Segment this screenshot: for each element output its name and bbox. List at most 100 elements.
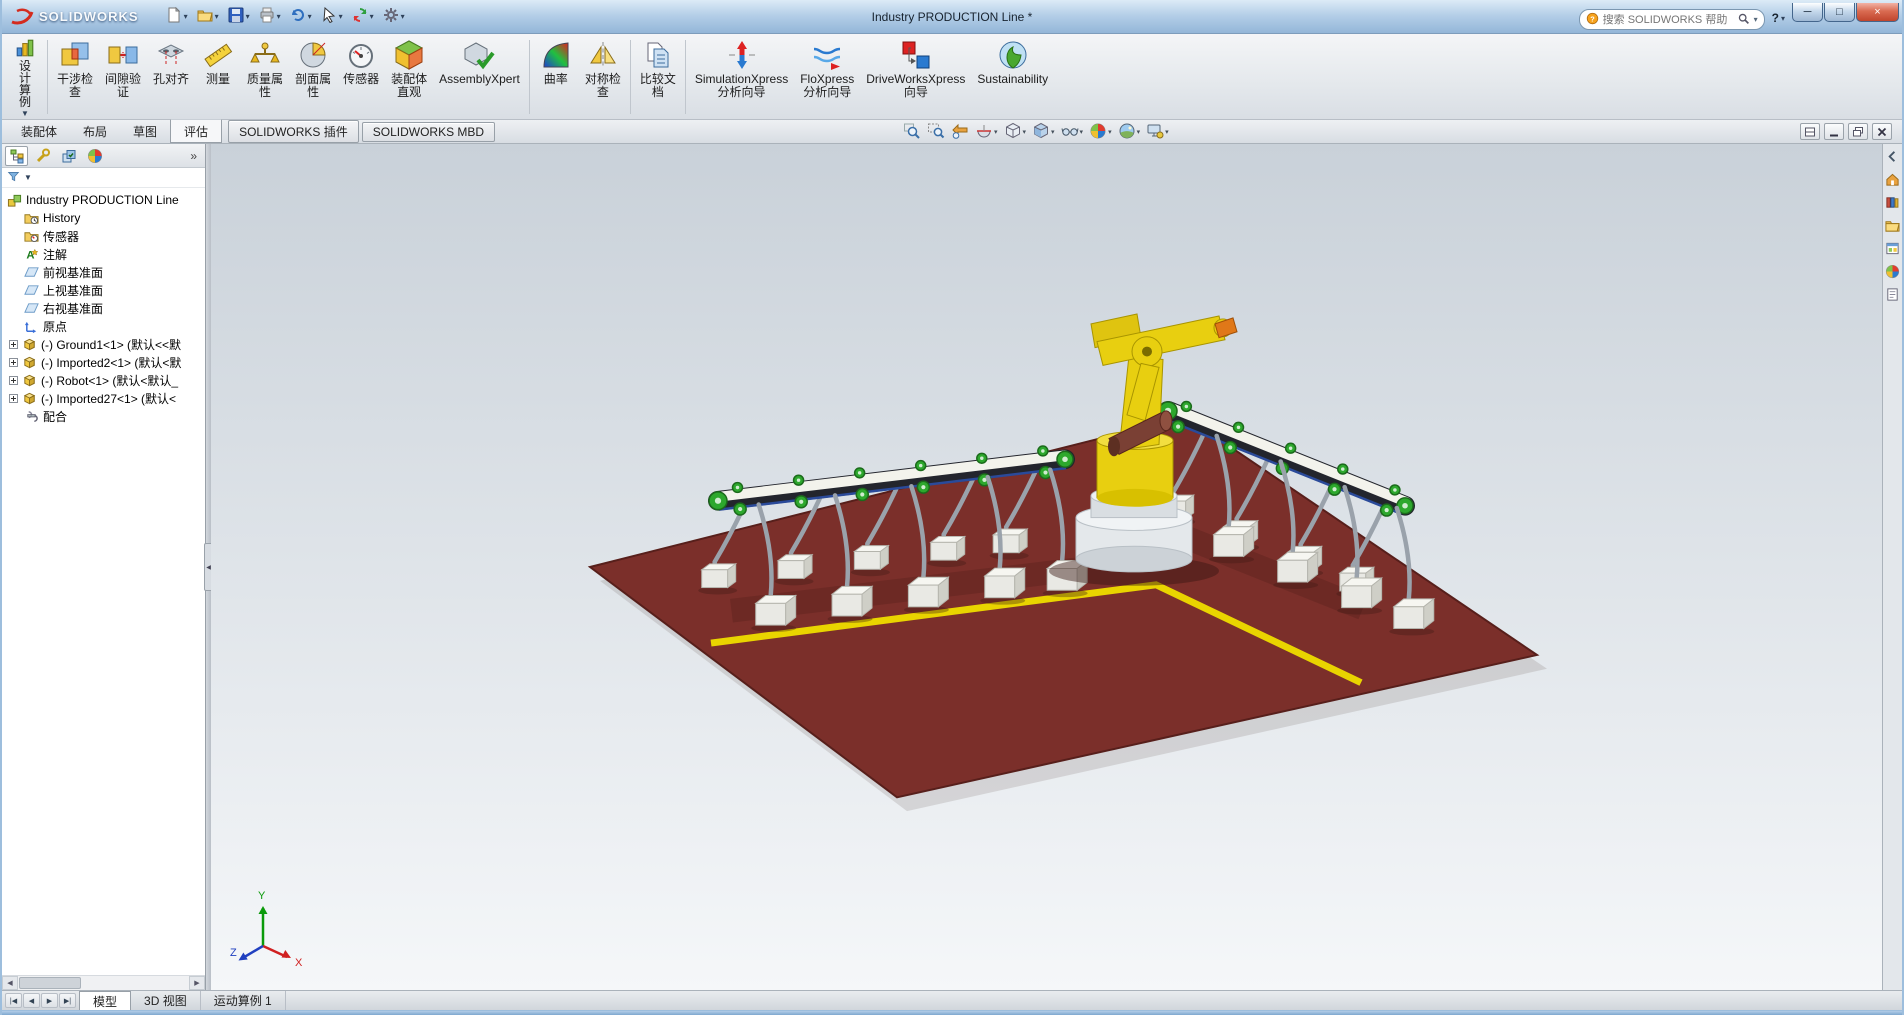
new-document-button[interactable]: ▾ (163, 5, 191, 28)
search-input[interactable] (1603, 14, 1733, 26)
next-tab-button[interactable]: ▶ (41, 993, 58, 1008)
simulationxpress-wizard-button[interactable]: SimulationXpress分析向导 (689, 35, 794, 119)
doc-tab-模型[interactable]: 模型 (79, 991, 131, 1010)
curvature-button[interactable]: 曲率 (533, 35, 579, 119)
hole-alignment-button[interactable]: 孔对齐 (147, 35, 195, 119)
interference-check-button[interactable]: 干涉检查 (51, 35, 99, 119)
undo-button[interactable]: ▾ (287, 5, 315, 28)
save-button[interactable]: ▾ (225, 5, 253, 28)
expand-icon[interactable] (9, 340, 18, 349)
expand-icon[interactable] (9, 394, 18, 403)
sustainability-button[interactable]: Sustainability (971, 35, 1054, 119)
assembly-visualization-button[interactable]: 装配体直观 (385, 35, 433, 119)
tree-item[interactable]: 上视基准面 (2, 281, 205, 299)
close-button[interactable]: × (1856, 3, 1899, 22)
tree-item[interactable]: (-) Ground1<1> (默认<<默 (2, 335, 205, 353)
zoom-to-area-button[interactable] (925, 121, 947, 144)
graphics-area[interactable]: Y X Z (211, 144, 1882, 990)
tab-草图[interactable]: 草图 (120, 120, 170, 143)
section-properties-button[interactable]: 剖面属性 (289, 35, 337, 119)
configurationmanager-tab[interactable] (57, 146, 80, 166)
symmetry-check-button[interactable]: 对称检查 (579, 35, 627, 119)
rebuild-button[interactable]: ▾ (349, 5, 377, 28)
tree-filter[interactable]: ▼ (2, 168, 205, 188)
open-button[interactable]: ▾ (194, 5, 222, 28)
hide-show-items-button[interactable]: ▾ (1059, 121, 1086, 144)
measure-button[interactable]: 测量 (195, 35, 241, 119)
help-search-box[interactable]: ? ▾ (1579, 9, 1765, 30)
prev-tab-button[interactable]: ◀ (23, 993, 40, 1008)
design-library-button[interactable] (1885, 194, 1901, 210)
design-study-button[interactable]: 设计算例▼ (6, 35, 44, 119)
tree-item[interactable]: History (2, 209, 205, 227)
doc-close-button[interactable] (1872, 123, 1892, 140)
section-view-button[interactable]: ▾ (973, 121, 1000, 144)
last-tab-button[interactable]: ▶| (59, 993, 76, 1008)
clearance-verification-button[interactable]: 间隙验证 (99, 35, 147, 119)
featuremanager-tab[interactable] (5, 146, 28, 166)
tree-item[interactable]: 传感器 (2, 227, 205, 245)
tree-item[interactable]: (-) Imported2<1> (默认<默 (2, 353, 205, 371)
doc-restore-button[interactable] (1848, 123, 1868, 140)
tree-item[interactable]: (-) Robot<1> (默认<默认_ (2, 371, 205, 389)
file-explorer-button[interactable] (1885, 217, 1901, 233)
search-icon[interactable] (1737, 12, 1750, 28)
maximize-button[interactable]: □ (1824, 3, 1855, 22)
solidworks-resources-button[interactable] (1885, 171, 1901, 187)
sensors-icon (24, 229, 39, 244)
apply-scene-button[interactable]: ▾ (1116, 121, 1143, 144)
tree-horizontal-scrollbar[interactable]: ◀ ▶ (2, 975, 205, 990)
scrollbar-track[interactable] (18, 976, 189, 990)
tab-布局[interactable]: 布局 (70, 120, 120, 143)
compare-documents-button[interactable]: 比较文档 (634, 35, 682, 119)
view-orientation-button[interactable]: ▾ (1002, 121, 1029, 144)
edit-appearance-button[interactable]: ▾ (1087, 121, 1114, 144)
production-line-model[interactable] (211, 144, 1882, 990)
tree-item[interactable]: 配合 (2, 407, 205, 425)
tab-SOLIDWORKS MBD[interactable]: SOLIDWORKS MBD (362, 122, 495, 142)
doc-tab-运动算例 1[interactable]: 运动算例 1 (201, 991, 286, 1010)
sensor-button[interactable]: 传感器 (337, 35, 385, 119)
custom-properties-button[interactable] (1885, 286, 1901, 302)
appearances-scenes-button[interactable] (1885, 263, 1901, 279)
minimize-button[interactable]: ─ (1792, 3, 1823, 22)
driveworksxpress-wizard-button[interactable]: DriveWorksXpress向导 (860, 35, 971, 119)
floxpress-wizard-button[interactable]: FloXpress分析向导 (794, 35, 860, 119)
assembly-xpert-button[interactable]: AssemblyXpert (433, 35, 526, 119)
split-window-button[interactable] (1800, 123, 1820, 140)
panel-tabs-overflow[interactable]: » (185, 149, 202, 163)
tree-root-item[interactable]: Industry PRODUCTION Line (2, 191, 205, 209)
tab-装配体[interactable]: 装配体 (8, 120, 70, 143)
scroll-left-icon[interactable]: ◀ (2, 976, 18, 990)
displaymanager-tab[interactable] (83, 146, 106, 166)
tab-SOLIDWORKS 插件[interactable]: SOLIDWORKS 插件 (228, 120, 359, 143)
help-button[interactable]: ? ▾ (1772, 11, 1785, 25)
select-button[interactable]: ▾ (318, 5, 346, 28)
display-style-button[interactable]: ▾ (1030, 121, 1057, 144)
solidworks-logo[interactable]: SOLIDWORKS (2, 7, 147, 27)
first-tab-button[interactable]: |◀ (5, 993, 22, 1008)
tree-item[interactable]: 原点 (2, 317, 205, 335)
mass-properties-button[interactable]: 质量属性 (241, 35, 289, 119)
zoom-to-fit-button[interactable] (901, 121, 923, 144)
scrollbar-thumb[interactable] (19, 977, 81, 989)
search-dropdown-icon[interactable]: ▾ (1754, 15, 1758, 24)
tree-item[interactable]: A注解 (2, 245, 205, 263)
doc-minimize-button[interactable] (1824, 123, 1844, 140)
print-button[interactable]: ▾ (256, 5, 284, 28)
tree-item[interactable]: 右视基准面 (2, 299, 205, 317)
filter-dropdown-icon[interactable]: ▼ (24, 173, 32, 182)
view-palette-button[interactable] (1885, 240, 1901, 256)
tree-item[interactable]: 前视基准面 (2, 263, 205, 281)
options-button[interactable]: ▾ (380, 5, 408, 28)
collapse-taskpane-button[interactable] (1885, 148, 1901, 164)
expand-icon[interactable] (9, 358, 18, 367)
previous-view-button[interactable] (949, 121, 971, 144)
expand-icon[interactable] (9, 376, 18, 385)
view-settings-button[interactable]: ▾ (1144, 121, 1171, 144)
scroll-right-icon[interactable]: ▶ (189, 976, 205, 990)
tab-评估[interactable]: 评估 (170, 119, 222, 143)
tree-item[interactable]: (-) Imported27<1> (默认< (2, 389, 205, 407)
doc-tab-3D 视图[interactable]: 3D 视图 (131, 991, 201, 1010)
propertymanager-tab[interactable] (31, 146, 54, 166)
